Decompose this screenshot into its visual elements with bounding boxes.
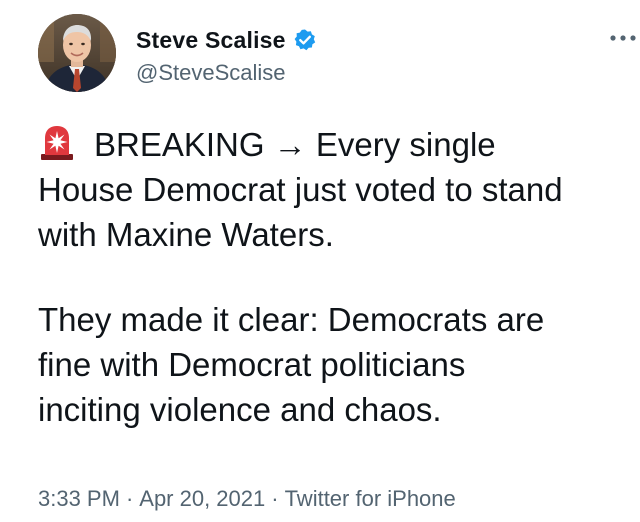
meta-separator: · [271, 486, 279, 511]
tweet-paragraph-1: BREAKING → Every single House Democrat j… [38, 122, 638, 257]
tweet-line-text: BREAKING → Every single [94, 126, 496, 163]
tweet-source[interactable]: Twitter for iPhone [285, 486, 456, 511]
tweet-line: with Maxine Waters. [38, 216, 334, 253]
author-avatar[interactable] [38, 14, 116, 92]
tweet-line: BREAKING → Every single [38, 122, 638, 167]
tweet-line: inciting violence and chaos. [38, 391, 442, 428]
tweet-paragraph-2: They made it clear: Democrats are fine w… [38, 297, 638, 432]
author-name-row[interactable]: Steve Scalise [136, 24, 317, 56]
police-siren-icon [38, 124, 76, 160]
avatar-photo [38, 14, 116, 92]
tweet-meta: 3:33 PM · Apr 20, 2021 · Twitter for iPhone [38, 486, 456, 512]
tweet-time[interactable]: 3:33 PM [38, 486, 120, 511]
author-handle[interactable]: @SteveScalise [136, 60, 286, 86]
tweet-text: BREAKING → Every single House Democrat j… [38, 122, 638, 432]
author-display-name[interactable]: Steve Scalise [136, 27, 286, 54]
meta-separator: · [125, 486, 134, 511]
tweet-line: fine with Democrat politicians [38, 346, 466, 383]
tweet-header: Steve Scalise @SteveScalise [38, 14, 638, 94]
tweet-date[interactable]: Apr 20, 2021 [139, 486, 265, 511]
more-options-icon[interactable] [610, 24, 636, 46]
tweet-line: House Democrat just voted to stand [38, 171, 563, 208]
verified-badge-icon [293, 28, 317, 52]
tweet-card: Steve Scalise @SteveScalise BREAKING → E… [0, 0, 640, 522]
tweet-line: They made it clear: Democrats are [38, 301, 545, 338]
